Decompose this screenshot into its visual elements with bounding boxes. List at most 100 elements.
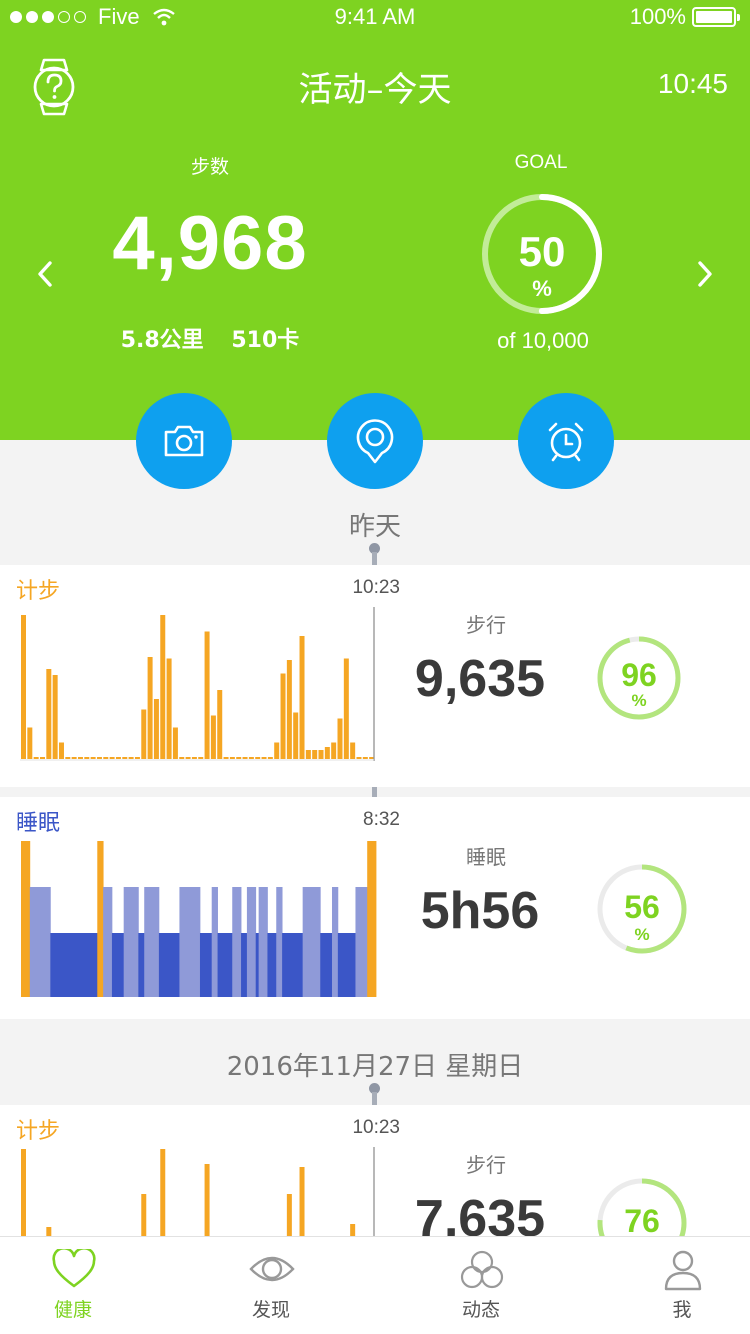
sleep-segment: [320, 933, 333, 997]
step-bar: [33, 757, 39, 759]
goal-target: of 10,000: [497, 328, 589, 353]
clover-icon: [460, 1250, 504, 1289]
step-bar: [198, 757, 204, 759]
step-bar: [210, 715, 216, 759]
goal-percent: 50: [518, 228, 566, 275]
step-bar: [90, 757, 96, 759]
step-bar: [166, 658, 172, 759]
step-bar: [242, 757, 248, 759]
step-bar: [312, 750, 318, 759]
timeline-line: [372, 1092, 377, 1106]
sleep-segment: [111, 933, 125, 997]
alarm-clock-icon: [548, 422, 584, 462]
camera-icon: [164, 425, 204, 457]
step-bar: [305, 750, 311, 759]
step-bar: [52, 675, 58, 759]
sleep-segment: [255, 933, 260, 997]
steps-summary: 5.8公里 510卡: [100, 322, 320, 354]
sleep-segment: [355, 887, 368, 997]
step-bar: [267, 757, 273, 759]
battery-icon: [692, 7, 740, 27]
sleep-segment: [97, 841, 104, 997]
person-icon: [664, 1250, 702, 1291]
tab-label: 动态: [461, 1299, 500, 1321]
ring-percent: 76: [624, 1203, 660, 1236]
steps-card[interactable]: 计步 10:23 步行 9,635 96 %: [0, 565, 750, 787]
metric-label: 步行: [466, 1153, 506, 1177]
step-bar: [147, 657, 153, 759]
step-bar: [115, 757, 121, 759]
ring-percent-unit: %: [634, 925, 650, 944]
camera-button[interactable]: [136, 393, 232, 489]
step-bar: [153, 699, 159, 759]
step-bar: [236, 757, 242, 759]
step-bar: [299, 636, 305, 759]
step-bar: [223, 757, 229, 759]
chevron-left-icon[interactable]: [30, 256, 60, 292]
steps-bar-chart: [21, 1147, 375, 1236]
step-bar: [293, 712, 299, 759]
sleep-segment: [232, 887, 242, 997]
step-bar: [21, 615, 26, 759]
step-bar: [324, 747, 330, 759]
sleep-segment: [158, 933, 180, 997]
steps-count: 4,968: [112, 201, 308, 286]
step-bar: [331, 742, 337, 759]
step-bar: [77, 757, 83, 759]
sleep-segment: [123, 887, 139, 997]
timeline-line: [372, 552, 377, 566]
step-bar: [71, 757, 77, 759]
step-bar: [84, 757, 90, 759]
step-bar: [204, 631, 210, 759]
step-bar: [21, 1149, 26, 1236]
step-bar: [286, 660, 292, 759]
card-title: 计步: [16, 1119, 61, 1144]
step-bar: [248, 757, 254, 759]
tab-health[interactable]: 健康: [13, 1237, 133, 1334]
step-bar: [280, 673, 286, 759]
sleep-card[interactable]: 睡眠 8:32 睡眠 5h56 56 %: [0, 797, 750, 1019]
step-bar: [160, 615, 166, 759]
metric-value: 7,635: [414, 1190, 546, 1236]
card-title: 睡眠: [16, 811, 61, 836]
location-pin-icon: [356, 419, 394, 464]
tab-label: 我: [672, 1299, 692, 1321]
step-bar: [27, 727, 33, 759]
battery-percent: 100%: [629, 4, 686, 29]
step-bar: [39, 757, 45, 759]
sleep-stage-chart: [21, 841, 377, 997]
calories-value: 510卡: [231, 328, 300, 353]
step-bar: [122, 757, 128, 759]
steps-label: 步数: [190, 156, 229, 178]
step-bar: [141, 1194, 147, 1236]
steps-card[interactable]: 计步 10:23 步行 7,635 76: [0, 1105, 750, 1236]
tab-discover[interactable]: 发现: [211, 1237, 331, 1334]
alarm-button[interactable]: [518, 393, 614, 489]
step-bar: [172, 727, 178, 759]
step-bar: [261, 757, 267, 759]
step-bar: [350, 742, 356, 759]
metric-value: 9,635: [414, 650, 546, 708]
sleep-segment: [267, 933, 277, 997]
tab-bar: 健康 发现 动态 我: [0, 1236, 750, 1334]
step-bar: [318, 750, 324, 759]
step-bar: [362, 757, 368, 759]
step-bar: [185, 757, 191, 759]
sleep-segment: [144, 887, 160, 997]
step-bar: [96, 757, 102, 759]
card-title: 计步: [16, 579, 61, 604]
steps-bar-chart: [20, 607, 375, 761]
step-bar: [350, 1224, 356, 1236]
step-bar: [337, 718, 343, 759]
sleep-segment: [302, 887, 321, 997]
step-bar: [141, 709, 147, 759]
eye-icon: [249, 1256, 295, 1282]
tab-me[interactable]: 我: [622, 1237, 742, 1334]
step-bar: [343, 658, 349, 759]
step-bar: [103, 757, 109, 759]
location-button[interactable]: [327, 393, 423, 489]
step-bar: [229, 757, 235, 759]
tab-feed[interactable]: 动态: [421, 1237, 541, 1334]
chevron-right-icon[interactable]: [690, 256, 720, 292]
battery-status: 100%: [629, 4, 740, 30]
